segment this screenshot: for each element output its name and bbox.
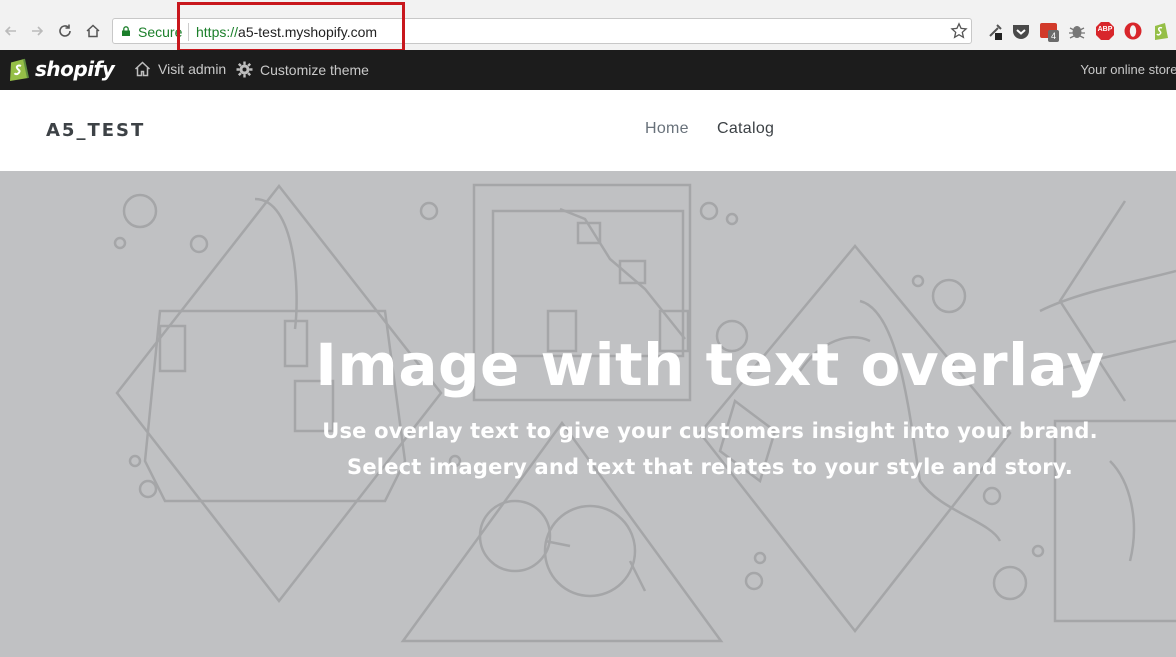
- reload-icon: [59, 24, 71, 37]
- nav-catalog-link[interactable]: Catalog: [717, 120, 774, 138]
- adblock-plus-button[interactable]: ABP: [1095, 21, 1115, 41]
- visit-admin-link[interactable]: Visit admin: [134, 61, 226, 77]
- customize-theme-link[interactable]: Customize theme: [236, 61, 369, 78]
- extension-calendar-badge[interactable]: 4: [1039, 21, 1061, 42]
- opera-icon[interactable]: [1123, 21, 1143, 41]
- home-button[interactable]: [82, 20, 104, 42]
- forward-button[interactable]: [26, 20, 48, 42]
- reload-button[interactable]: [54, 20, 76, 42]
- gear-icon: [236, 61, 253, 78]
- hero-title: Image with text overlay: [315, 331, 1105, 399]
- hero-subtitle-line-2: Select imagery and text that relates to …: [347, 455, 1073, 479]
- hero-background-illustration: [113, 183, 1176, 643]
- extension-eyedropper-icon[interactable]: [985, 21, 1005, 41]
- glasses-icon: [543, 504, 637, 598]
- store-logo-name[interactable]: A5_TEST: [46, 120, 145, 141]
- shopify-bag-icon: [10, 58, 29, 81]
- house-icon: [134, 61, 151, 77]
- pocket-icon[interactable]: [1011, 21, 1031, 41]
- hero-banner: Image with text overlay Use overlay text…: [0, 171, 1176, 657]
- bubble-decoration: [122, 193, 158, 229]
- forward-arrow-icon: [32, 26, 44, 36]
- store-status-text: Your online store i: [1080, 62, 1176, 77]
- shopify-logo[interactable]: shopify: [8, 56, 115, 82]
- url-highlight-box: [177, 2, 405, 52]
- customize-theme-label: Customize theme: [260, 61, 369, 78]
- lock-icon: [122, 26, 130, 36]
- visit-admin-label: Visit admin: [158, 61, 227, 77]
- secure-label: Secure: [138, 24, 183, 40]
- nav-home-link[interactable]: Home: [645, 120, 689, 138]
- bug-icon[interactable]: [1067, 21, 1087, 41]
- shopify-wordmark: shopify: [35, 57, 115, 81]
- hero-subtitle-line-1: Use overlay text to give your customers …: [322, 419, 1098, 443]
- home-icon: [86, 24, 100, 38]
- back-arrow-icon: [4, 26, 16, 36]
- adblock-label: ABP: [1097, 26, 1113, 33]
- shopify-extension-icon[interactable]: [1151, 21, 1171, 41]
- store-header: A5_TEST Home Catalog: [0, 90, 1176, 172]
- shopify-admin-bar: shopify Visit admin Customize theme Your…: [0, 50, 1176, 90]
- extension-badge-count: 4: [1048, 30, 1060, 42]
- bookmark-star-icon[interactable]: [950, 22, 968, 40]
- back-button[interactable]: [0, 20, 22, 42]
